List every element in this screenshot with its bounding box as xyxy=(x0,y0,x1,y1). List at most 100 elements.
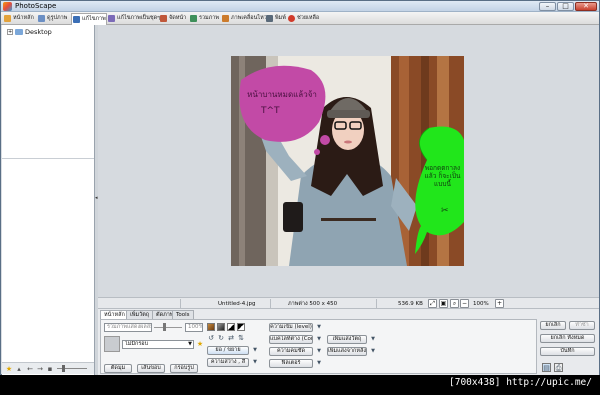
tab-editor[interactable]: แก้ไขภาพ xyxy=(71,13,107,25)
open-file-icon[interactable]: ▤ xyxy=(542,363,551,372)
chevron-down-icon[interactable]: ▼ xyxy=(251,346,259,354)
flip-vertical-icon[interactable]: ⇅ xyxy=(237,334,245,342)
animated-gif-icon xyxy=(222,15,229,22)
resize-label: ย่อ / ขยาย xyxy=(215,347,241,353)
screenshot-frame: PhotoScape – □ ✕ หน้าหลัก ดูรูปภาพ แก้ไข… xyxy=(0,0,600,395)
tab-animated-gif[interactable]: ภาพเคลื่อนไหว xyxy=(221,13,267,24)
zoom-out-icon[interactable]: − xyxy=(460,299,469,308)
viewer-icon xyxy=(38,15,45,22)
tab-label: ดูรูปภาพ xyxy=(47,15,68,21)
editor-canvas[interactable]: หน้าบานหมดแล้วจ้า T^T พอกดตกาลงแล้ว ก็จะ… xyxy=(98,25,599,297)
adjust-value-field[interactable]: 100% xyxy=(185,323,203,332)
add-backlight-button[interactable]: เพิ่มแสงจากหลัง xyxy=(327,347,367,356)
edit-controls: รวมภาพแสดงผลสม 100% ไม่มีกรอบ ▼ ★ ตัดมุม … xyxy=(100,319,537,374)
combine-icon xyxy=(190,15,197,22)
tab-batch-editor[interactable]: แก้ไขภาพเป็นชุดๆ xyxy=(107,13,160,24)
brightness-label: ความสว่าง , สี xyxy=(210,359,246,365)
action-buttons: ยกเลิก ทำซ้ำ ยกเลิก ทั้งหมด บันทึก ▤ ⎙ xyxy=(540,319,597,374)
flip-icon[interactable]: ⇄ xyxy=(227,334,235,342)
save-button[interactable]: บันทึก xyxy=(540,347,595,356)
thumbnail-list[interactable] xyxy=(2,159,94,357)
chevron-down-icon[interactable]: ▼ xyxy=(315,359,323,367)
negative-filter-icon[interactable] xyxy=(237,323,245,331)
redo-button[interactable]: ทำซ้ำ xyxy=(569,321,595,330)
batch-icon xyxy=(108,15,115,22)
zoom-in-icon[interactable]: + xyxy=(495,299,504,308)
frame-preview[interactable] xyxy=(104,336,120,352)
app-window: PhotoScape – □ ✕ หน้าหลัก ดูรูปภาพ แก้ไข… xyxy=(0,0,600,375)
left-toolbar: ★ ▴ ← → ▪ xyxy=(2,362,94,374)
actual-size-icon[interactable]: ▣ xyxy=(439,299,448,308)
undo-all-button[interactable]: ยกเลิก ทั้งหมด xyxy=(540,334,595,343)
tab-help[interactable]: ช่วยเหลือ xyxy=(287,13,319,24)
status-bar: Untitled-4.jpg ภาพต่าง 500 x 450 536.9 K… xyxy=(98,297,599,309)
frame-select[interactable]: ไม่มีกรอบ ▼ xyxy=(122,340,194,349)
backlight-button[interactable]: แบคไลท์ต่าง (Contra xyxy=(269,335,313,344)
status-separator xyxy=(376,299,377,308)
chevron-down-icon[interactable]: ▼ xyxy=(369,347,377,355)
scissors-icon: ✂ xyxy=(441,206,449,216)
folder-up-icon[interactable]: ▴ xyxy=(15,365,23,373)
slider-thumb[interactable] xyxy=(62,365,65,372)
frame-button[interactable]: กรอบรูป xyxy=(170,364,198,373)
tab-label: ช่วยเหลือ xyxy=(297,15,320,21)
status-filename: Untitled-4.jpg xyxy=(218,301,256,307)
status-separator xyxy=(270,299,271,308)
levels-button[interactable]: ความเข้ม (level) xyxy=(269,323,313,332)
shape-button[interactable]: เส้นขอบ xyxy=(137,364,165,373)
resize-button[interactable]: ย่อ / ขยาย xyxy=(207,346,249,355)
frame-select-value: ไม่มีกรอบ xyxy=(125,341,149,347)
status-dimensions: ภาพต่าง 500 x 450 xyxy=(288,301,338,307)
adjust-slider[interactable] xyxy=(154,327,182,328)
sepia-filter-icon[interactable] xyxy=(207,323,215,331)
rotate-left-icon[interactable]: ↺ xyxy=(207,334,215,342)
black-white-filter-icon[interactable] xyxy=(227,323,235,331)
tab-viewer[interactable]: ดูรูปภาพ xyxy=(37,13,67,24)
chevron-down-icon[interactable]: ▼ xyxy=(369,335,377,343)
round-button[interactable]: ตัดมุม xyxy=(104,364,132,373)
edit-panel: หน้าหลัก เพิ่มวัตถุ ตัดภาพ Tools รวมภาพแ… xyxy=(98,309,599,375)
add-object-light-button[interactable]: เพิ่มแสงวัตถุ xyxy=(327,335,367,344)
chevron-down-icon[interactable]: ▼ xyxy=(315,335,323,343)
print-icon xyxy=(266,15,273,22)
star-icon[interactable]: ★ xyxy=(196,340,204,348)
subtab-tools[interactable]: Tools xyxy=(172,310,194,319)
tab-home[interactable]: หน้าหลัก xyxy=(3,13,34,24)
chevron-down-icon[interactable]: ▼ xyxy=(251,358,259,366)
rotate-right-icon[interactable]: ↻ xyxy=(217,334,225,342)
forward-icon[interactable]: → xyxy=(36,365,44,373)
title-bar: PhotoScape – □ ✕ xyxy=(1,1,599,12)
subtab-object[interactable]: เพิ่มวัตถุ xyxy=(126,310,154,319)
chevron-down-icon: ▼ xyxy=(188,341,192,347)
zoom-fit-icon[interactable]: ⌕ xyxy=(450,299,459,308)
auto-level-select[interactable]: รวมภาพแสดงผลสม xyxy=(104,323,152,332)
grayscale-filter-icon[interactable] xyxy=(217,323,225,331)
tab-label: แก้ไขภาพ xyxy=(82,16,106,22)
tab-combine[interactable]: รวมภาพ xyxy=(189,13,219,24)
tab-label: จัดหน้า xyxy=(169,15,187,21)
subtab-home[interactable]: หน้าหลัก xyxy=(100,310,129,319)
adjust-slider-thumb[interactable] xyxy=(163,323,166,331)
minimize-button[interactable]: – xyxy=(539,2,556,11)
tab-print[interactable]: พิมพ์ xyxy=(265,13,286,24)
expand-icon[interactable]: + xyxy=(7,29,13,35)
chevron-down-icon[interactable]: ▼ xyxy=(315,323,323,331)
thumbnail-size-icon[interactable]: ▪ xyxy=(46,365,54,373)
back-icon[interactable]: ← xyxy=(26,365,34,373)
tab-label: แก้ไขภาพเป็นชุดๆ xyxy=(117,15,161,21)
tab-page[interactable]: จัดหน้า xyxy=(159,13,186,24)
sharpen-button[interactable]: ความคมชัด xyxy=(269,347,313,356)
photo-image[interactable]: หน้าบานหมดแล้วจ้า T^T พอกดตกาลงแล้ว ก็จะ… xyxy=(231,56,464,266)
undo-button[interactable]: ยกเลิก xyxy=(540,321,566,330)
chevron-down-icon[interactable]: ▼ xyxy=(315,347,323,355)
filter-button[interactable]: ฟิลเตอร์ xyxy=(269,359,313,368)
tree-node-label: Desktop xyxy=(25,28,52,36)
print-icon[interactable]: ⎙ xyxy=(554,363,563,372)
close-button[interactable]: ✕ xyxy=(575,2,597,11)
brightness-button[interactable]: ความสว่าง , สี xyxy=(207,358,249,367)
fit-window-icon[interactable]: ⤢ xyxy=(428,299,437,308)
maximize-button[interactable]: □ xyxy=(557,2,574,11)
tree-node-desktop[interactable]: + Desktop xyxy=(7,28,52,36)
left-browser-panel: + Desktop ★ ▴ ← → ▪ xyxy=(2,25,95,375)
star-icon[interactable]: ★ xyxy=(5,365,13,373)
